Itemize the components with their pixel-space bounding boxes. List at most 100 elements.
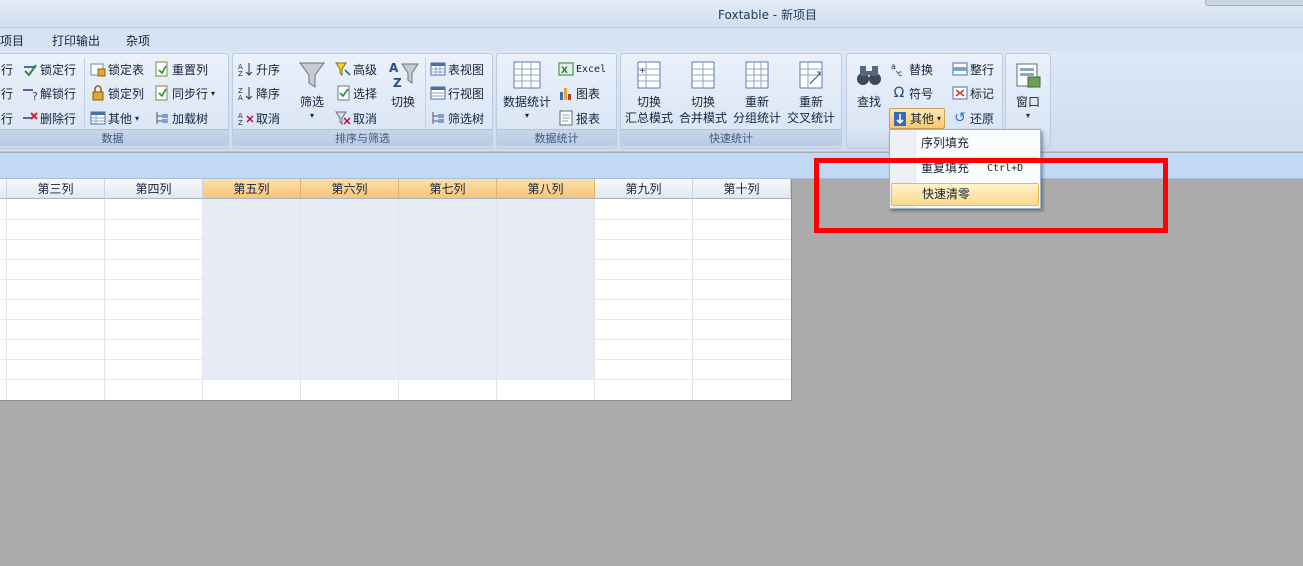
column-header-4[interactable]: 第四列 <box>105 179 203 199</box>
grid-line <box>0 339 791 340</box>
grid-line <box>0 279 791 280</box>
window-title: Foxtable - 新项目 <box>718 8 817 22</box>
tab-project[interactable]: 项目 <box>0 32 24 49</box>
chart-label: 图表 <box>576 86 601 101</box>
chevron-down-icon: ▾ <box>211 88 216 98</box>
window-button[interactable]: 窗口 ▾ <box>1002 58 1054 122</box>
table-view-icon <box>430 61 446 77</box>
sort-cancel-label: 取消 <box>256 111 281 126</box>
column-header-6[interactable]: 第六列 <box>301 179 399 199</box>
other-edit-button[interactable]: 其他 ▾ <box>889 108 945 129</box>
switch-merge-mode-button[interactable]: 切换 合并模式 <box>676 58 730 126</box>
cross-stats-line2: 交叉统计 <box>786 111 835 125</box>
table-view-button[interactable]: 表视图 <box>430 59 484 79</box>
load-tree-label: 加载树 <box>172 111 209 126</box>
svg-text:Z: Z <box>238 70 243 77</box>
sort-descending-button[interactable]: ZA 降序 <box>238 83 280 103</box>
chart-button[interactable]: 图表 <box>558 83 600 103</box>
data-grid[interactable]: 第三列 第四列 第五列 第六列 第七列 第八列 第九列 第十列 <box>0 179 792 401</box>
filter-tree-label: 筛选树 <box>448 111 485 126</box>
summary-mode-line2: 汇总模式 <box>624 111 673 125</box>
regroup-statistics-button[interactable]: 重新 分组统计 <box>730 58 784 126</box>
grid-line <box>0 219 791 220</box>
row-view-button[interactable]: 行视图 <box>430 83 484 103</box>
symbol-label: 符号 <box>909 86 934 101</box>
title-bar: Foxtable - 新项目 <box>0 0 1303 28</box>
row-button-1[interactable]: 行 <box>1 59 13 79</box>
row-button-2[interactable]: 行 <box>1 83 13 103</box>
row-label-2: 行 <box>1 86 14 101</box>
data-statistics-button[interactable]: 数据统计 ▾ <box>500 58 554 122</box>
mark-button[interactable]: 标记 <box>952 83 994 103</box>
row-label-3: 行 <box>1 111 14 126</box>
column-header-7[interactable]: 第七列 <box>399 179 497 199</box>
column-header-3[interactable]: 第三列 <box>7 179 105 199</box>
filter-tree-button[interactable]: 筛选树 <box>430 108 484 128</box>
tab-misc[interactable]: 杂项 <box>126 32 150 49</box>
group-statistics-label: 数据统计 <box>497 129 616 146</box>
lock-row-button[interactable]: 锁定行 <box>22 59 76 79</box>
cross-stats-icon <box>795 58 827 92</box>
group-sort-filter: AZ 升序 ZA 降序 AZ 取消 筛选 ▾ 高级 选择 取消 A Z 切换 表… <box>232 53 493 149</box>
lock-column-label: 锁定列 <box>108 86 145 101</box>
sort-cancel-icon: AZ <box>238 110 254 126</box>
toggle-filter-button[interactable]: AZ 切换 <box>383 58 423 110</box>
cross-statistics-button[interactable]: 重新 交叉统计 <box>784 58 838 126</box>
window-controls[interactable] <box>1205 0 1303 6</box>
load-tree-button[interactable]: 加载树 <box>154 108 208 128</box>
undo-icon: ↺ <box>954 110 966 126</box>
delete-row-button[interactable]: 删除行 <box>22 108 76 128</box>
column-header-10[interactable]: 第十列 <box>693 179 791 199</box>
lock-column-button[interactable]: 锁定列 <box>90 83 144 103</box>
report-button[interactable]: 报表 <box>558 108 600 128</box>
tree-icon <box>154 110 170 126</box>
restore-button[interactable]: ↺ 还原 <box>952 108 994 128</box>
sync-row-button[interactable]: 同步行 ▾ <box>154 83 215 103</box>
selected-columns-area[interactable] <box>203 199 595 379</box>
whole-row-button[interactable]: 整行 <box>952 59 994 79</box>
summary-mode-line1: 切换 <box>636 95 661 109</box>
replace-button[interactable]: ac 替换 <box>891 59 933 79</box>
column-header-8[interactable]: 第八列 <box>497 179 595 199</box>
tab-print-output[interactable]: 打印输出 <box>52 32 100 49</box>
delete-row-label: 删除行 <box>40 111 77 126</box>
select-filter-button[interactable]: 选择 <box>335 83 377 103</box>
column-header-9[interactable]: 第九列 <box>595 179 693 199</box>
mark-label: 标记 <box>970 86 995 101</box>
unlock-row-button[interactable]: ? 解锁行 <box>22 83 76 103</box>
merge-mode-icon <box>687 58 719 92</box>
sort-desc-icon: ZA <box>238 85 254 101</box>
advanced-filter-icon <box>335 61 351 77</box>
replace-icon: ac <box>891 61 907 77</box>
excel-button[interactable]: X Excel <box>558 59 606 79</box>
lock-table-button[interactable]: 锁定表 <box>90 59 144 79</box>
reset-column-icon <box>154 61 170 77</box>
whole-row-icon <box>952 61 968 77</box>
excel-label: Excel <box>576 63 607 75</box>
unlock-row-icon: ? <box>22 85 38 101</box>
filter-button[interactable]: 筛选 ▾ <box>285 58 339 122</box>
menu-item-sequence-fill[interactable]: 序列填充 <box>891 132 1039 155</box>
symbol-button[interactable]: Ω 符号 <box>891 83 933 103</box>
report-icon <box>558 110 574 126</box>
column-header-5[interactable]: 第五列 <box>203 179 301 199</box>
row-button-3[interactable]: 行 <box>1 108 13 128</box>
group-data: 行 行 行 锁定行 ? 解锁行 删除行 锁定表 锁定列 其他 ▾ 重置列 同步行… <box>0 53 229 149</box>
filter-cancel-button[interactable]: 取消 <box>335 108 377 128</box>
reset-column-button[interactable]: 重置列 <box>154 59 208 79</box>
toggle-filter-label: 切换 <box>390 95 415 109</box>
sort-cancel-button[interactable]: AZ 取消 <box>238 108 280 128</box>
window-icon <box>1012 58 1044 92</box>
restore-label: 还原 <box>970 111 995 126</box>
report-label: 报表 <box>576 111 601 126</box>
chevron-down-icon: ▾ <box>937 114 942 123</box>
lock-column-icon <box>90 85 106 101</box>
switch-summary-mode-button[interactable]: + 切换 汇总模式 <box>622 58 676 126</box>
advanced-filter-button[interactable]: 高级 <box>335 59 377 79</box>
other-data-button[interactable]: 其他 ▾ <box>90 108 139 128</box>
sort-ascending-label: 升序 <box>256 62 281 77</box>
find-button[interactable]: 查找 <box>847 58 891 110</box>
svg-text:a: a <box>891 62 896 71</box>
sort-ascending-button[interactable]: AZ 升序 <box>238 59 280 79</box>
binoculars-icon <box>853 58 885 92</box>
